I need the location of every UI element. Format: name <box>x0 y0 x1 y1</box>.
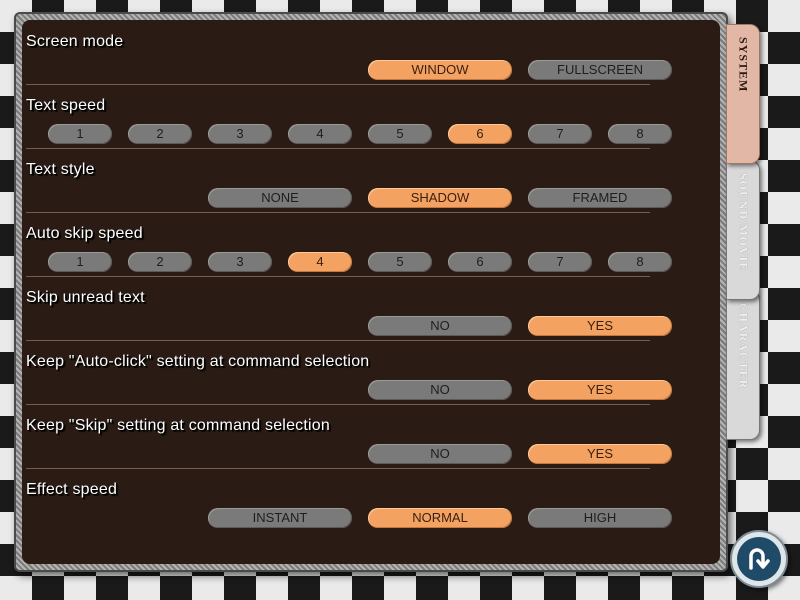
return-arrow-icon <box>737 537 781 581</box>
option-button[interactable]: 2 <box>128 252 192 272</box>
option-button[interactable]: 7 <box>528 252 592 272</box>
divider <box>26 84 650 85</box>
option-button[interactable]: 8 <box>608 124 672 144</box>
option-button-selected[interactable]: 6 <box>448 124 512 144</box>
option-button-selected[interactable]: YES <box>528 316 672 336</box>
divider <box>26 212 650 213</box>
divider <box>26 148 650 149</box>
back-button[interactable] <box>730 530 788 588</box>
tab-character[interactable]: CHARACTER <box>726 290 760 440</box>
option-button[interactable]: NONE <box>208 188 352 208</box>
option-button[interactable]: 5 <box>368 124 432 144</box>
setting-row-skip-unread-text: Skip unread text NO YES <box>26 286 672 348</box>
setting-row-keep-auto-click: Keep "Auto-click" setting at command sel… <box>26 350 672 412</box>
tab-system-label: SYSTEM <box>736 37 751 93</box>
setting-row-keep-skip: Keep "Skip" setting at command selection… <box>26 414 672 476</box>
option-button[interactable]: 8 <box>608 252 672 272</box>
option-button[interactable]: 2 <box>128 124 192 144</box>
tab-character-label: CHARACTER <box>736 303 751 390</box>
option-button[interactable]: NO <box>368 444 512 464</box>
option-button[interactable]: 4 <box>288 124 352 144</box>
option-button[interactable]: 5 <box>368 252 432 272</box>
divider <box>26 404 650 405</box>
setting-label: Skip unread text <box>26 289 145 306</box>
setting-row-effect-speed: Effect speed INSTANT NORMAL HIGH <box>26 478 672 540</box>
option-button[interactable]: 3 <box>208 124 272 144</box>
option-button[interactable]: 1 <box>48 124 112 144</box>
option-button[interactable]: HIGH <box>528 508 672 528</box>
setting-label: Screen mode <box>26 33 124 50</box>
option-button-selected[interactable]: YES <box>528 380 672 400</box>
option-button[interactable]: FRAMED <box>528 188 672 208</box>
option-button-selected[interactable]: NORMAL <box>368 508 512 528</box>
setting-row-screen-mode: Screen mode WINDOW FULLSCREEN <box>26 30 672 92</box>
option-button-selected[interactable]: 4 <box>288 252 352 272</box>
setting-label: Text style <box>26 161 95 178</box>
divider <box>26 276 650 277</box>
divider <box>26 340 650 341</box>
option-button[interactable]: NO <box>368 380 512 400</box>
option-button[interactable]: 6 <box>448 252 512 272</box>
option-button[interactable]: NO <box>368 316 512 336</box>
option-button[interactable]: 3 <box>208 252 272 272</box>
setting-label: Text speed <box>26 97 106 114</box>
tab-sound-movie-label: SOUND/MOVIE <box>736 173 751 272</box>
option-button[interactable]: 7 <box>528 124 592 144</box>
divider <box>26 468 650 469</box>
option-button[interactable]: FULLSCREEN <box>528 60 672 80</box>
tab-sound-movie[interactable]: SOUND/MOVIE <box>726 160 760 300</box>
setting-label: Keep "Skip" setting at command selection <box>26 417 330 434</box>
setting-row-text-speed: Text speed 1 2 3 4 5 6 7 8 <box>26 94 672 156</box>
option-button-selected[interactable]: WINDOW <box>368 60 512 80</box>
option-button[interactable]: INSTANT <box>208 508 352 528</box>
setting-label: Keep "Auto-click" setting at command sel… <box>26 353 370 370</box>
setting-label: Auto skip speed <box>26 225 143 242</box>
option-button-selected[interactable]: YES <box>528 444 672 464</box>
option-button[interactable]: 1 <box>48 252 112 272</box>
setting-row-auto-skip-speed: Auto skip speed 1 2 3 4 5 6 7 8 <box>26 222 672 284</box>
setting-row-text-style: Text style NONE SHADOW FRAMED <box>26 158 672 220</box>
option-button-selected[interactable]: SHADOW <box>368 188 512 208</box>
setting-label: Effect speed <box>26 481 118 498</box>
tab-system[interactable]: SYSTEM <box>726 24 760 164</box>
